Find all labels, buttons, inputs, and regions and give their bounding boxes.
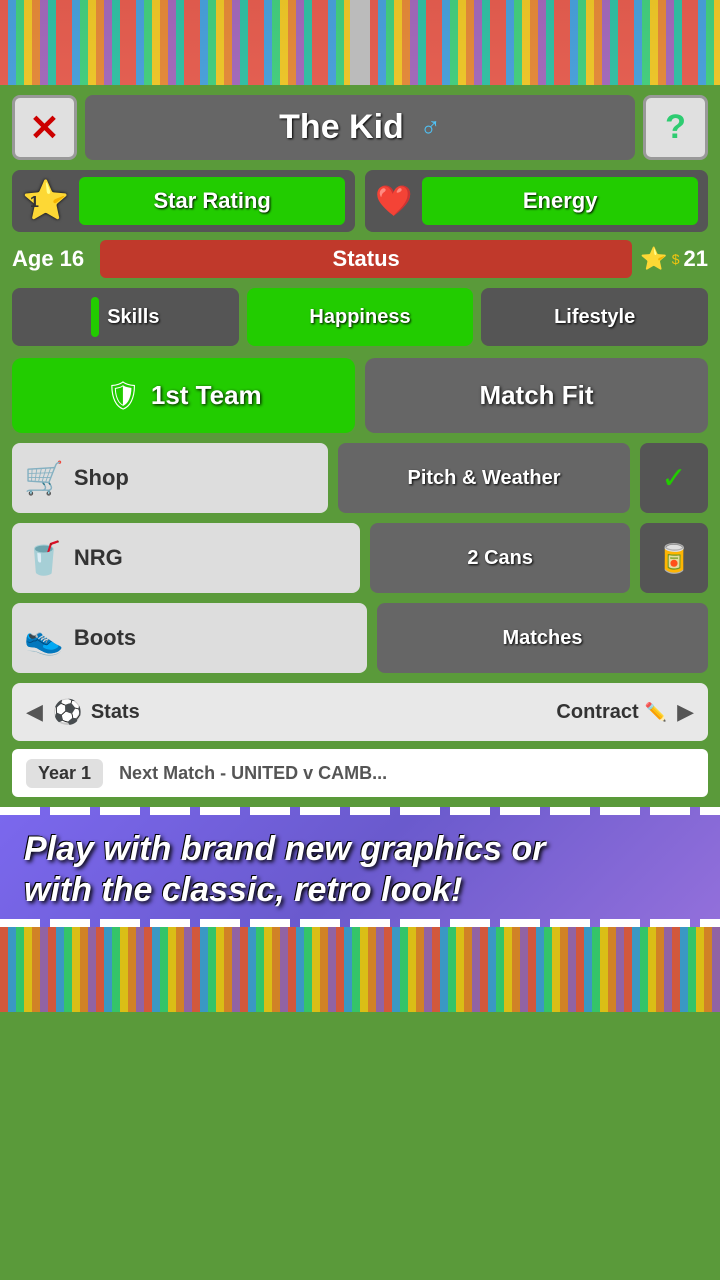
pitch-weather-button[interactable]: Pitch & Weather [338,443,630,513]
shop-label: Shop [74,465,129,491]
title-center: The Kid ♂ [85,95,635,160]
promo-text-line1: Play with brand new graphics or with the… [24,829,696,911]
star-rating-block: ⭐ 1 Star Rating [12,170,355,232]
star-rating-label: Star Rating [79,188,345,214]
nav-center: ⚽ Stats Contract ✏️ [43,698,677,727]
happiness-button[interactable]: Happiness [247,288,474,346]
stats-nav[interactable]: ⚽ Stats [53,698,140,727]
happiness-label: Happiness [309,306,410,329]
help-button[interactable]: ? [643,95,708,160]
nrg-icon: 🥤 [24,539,64,577]
nrg-can-icon: 🥫 [657,542,692,575]
checkmark-icon: ✓ [661,461,686,496]
skills-label: Skills [107,306,159,329]
pitch-weather-label: Pitch & Weather [408,467,561,490]
next-match-info: Next Match - UNITED v CAMB... [119,763,387,784]
status-text: Status [333,246,400,272]
star-rating-inner: Star Rating [79,177,345,225]
promo-banner: Play with brand new graphics or with the… [0,807,720,927]
close-icon: ✕ [29,107,59,149]
soccer-icon: ⚽ [53,698,83,727]
lifestyle-button[interactable]: Lifestyle [481,288,708,346]
boots-row: 👟 Boots Matches [12,603,708,673]
cans-button[interactable]: 2 Cans [370,523,630,593]
stats-label: Stats [91,701,140,724]
status-bar: Status [100,240,632,278]
age-label: Age 16 [12,246,92,272]
help-icon: ? [665,108,686,147]
energy-block: ❤️ Energy [365,170,708,232]
crowd-left [0,0,350,85]
coins-value: 21 [684,246,708,272]
coins-block: ⭐ $ 21 [640,246,708,272]
checkmark-button[interactable]: ✓ [640,443,708,513]
promo-stripe-top [0,807,720,815]
match-fit-button[interactable]: Match Fit [365,358,708,433]
gender-icon: ♂ [420,112,441,144]
crowd-right [370,0,720,85]
match-fit-label: Match Fit [479,380,593,411]
shield-icon: 🛡 [105,379,141,412]
crowd-bottom [0,927,720,1012]
shop-icon: 🛒 [24,459,64,497]
first-team-label: 1st Team [151,380,262,411]
promo-stripe-bottom [0,919,720,927]
player-name: The Kid [279,108,404,147]
crowd-top [0,0,720,85]
matches-button[interactable]: Matches [377,603,708,673]
skills-accent [91,297,99,337]
shop-row: 🛒 Shop Pitch & Weather ✓ [12,443,708,513]
boots-button[interactable]: 👟 Boots [12,603,367,673]
first-team-row: 🛡 1st Team Match Fit [12,358,708,433]
matches-label: Matches [502,627,582,650]
match-bar: Year 1 Next Match - UNITED v CAMB... [12,749,708,797]
year-badge: Year 1 [26,759,103,788]
heart-icon: ❤️ [375,184,412,219]
cans-label: 2 Cans [467,547,533,570]
nrg-can-icon-button[interactable]: 🥫 [640,523,708,593]
close-button[interactable]: ✕ [12,95,77,160]
first-team-button[interactable]: 🛡 1st Team [12,358,355,433]
energy-label: Energy [422,188,698,214]
stats-row: ⭐ 1 Star Rating ❤️ Energy [12,170,708,232]
main-area: ✕ The Kid ♂ ? ⭐ 1 Star Rating ❤️ Energy … [0,85,720,807]
left-arrow-button[interactable]: ◀ [26,699,43,725]
right-arrow-button[interactable]: ▶ [677,699,694,725]
crowd-gap [350,0,369,85]
contract-nav[interactable]: Contract ✏️ [556,701,667,724]
boots-label: Boots [74,625,136,651]
contract-label: Contract [556,701,638,724]
star-number: 1 [30,194,39,212]
nrg-row: 🥤 NRG 2 Cans 🥫 [12,523,708,593]
nrg-label: NRG [74,545,123,571]
energy-inner: Energy [422,177,698,225]
skills-button[interactable]: Skills [12,288,239,346]
title-bar: ✕ The Kid ♂ ? [12,95,708,160]
coin-star-icon: ⭐ [640,246,667,272]
bottom-nav: ◀ ⚽ Stats Contract ✏️ ▶ [12,683,708,741]
age-status-row: Age 16 Status ⭐ $ 21 [12,240,708,278]
nav-row: Skills Happiness Lifestyle [12,288,708,346]
pencil-icon: ✏️ [645,702,667,723]
shop-button[interactable]: 🛒 Shop [12,443,328,513]
nrg-button[interactable]: 🥤 NRG [12,523,360,593]
boots-icon: 👟 [24,619,64,657]
lifestyle-label: Lifestyle [554,306,635,329]
